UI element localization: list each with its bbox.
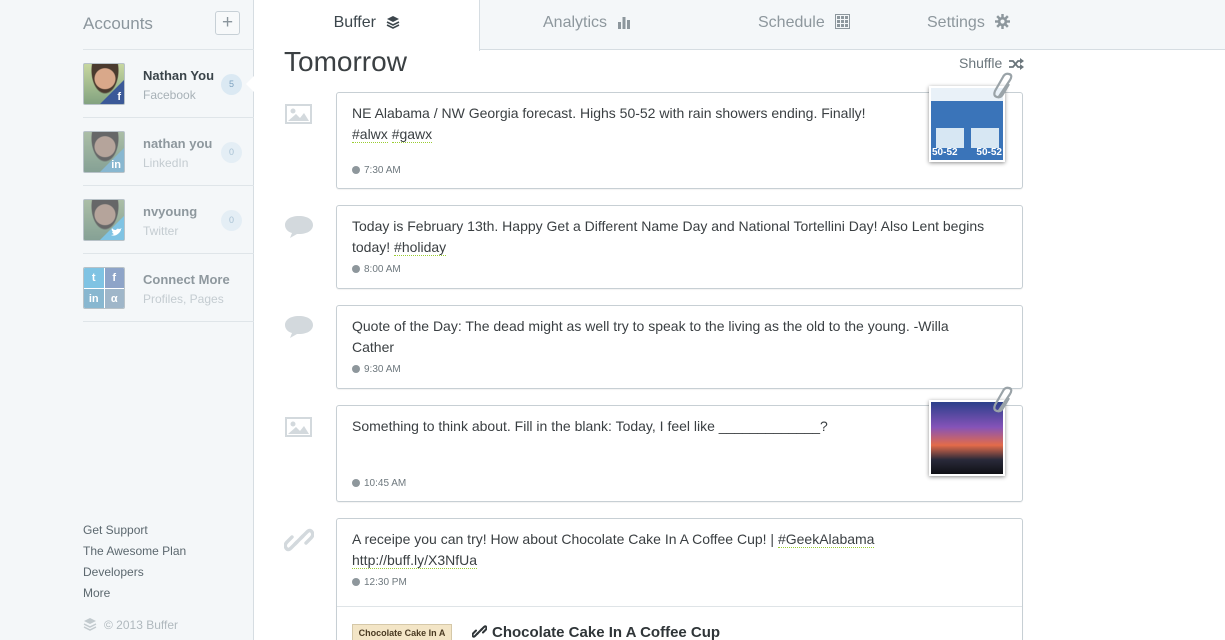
- copyright-text: © 2013 Buffer: [104, 618, 179, 632]
- profile-linkedin[interactable]: in nathan you LinkedIn 0: [83, 118, 254, 186]
- profile-twitter[interactable]: nvyoung Twitter 0: [83, 186, 254, 254]
- avatar: in: [83, 131, 125, 173]
- post-time: 8:00 AM: [352, 264, 401, 275]
- image-post-icon: [285, 417, 312, 437]
- tab-schedule[interactable]: Schedule: [758, 0, 851, 50]
- calendar-icon: [835, 14, 851, 29]
- accounts-header: Accounts +: [83, 0, 254, 50]
- link-post-icon: [284, 528, 314, 552]
- linkedin-icon: in: [111, 159, 121, 171]
- layers-icon: [387, 16, 400, 29]
- twitter-icon: [111, 228, 122, 236]
- profile-name: Nathan You: [143, 68, 215, 83]
- post-card[interactable]: Something to think about. Fill in the bl…: [336, 405, 1023, 502]
- facebook-icon: f: [104, 268, 124, 288]
- post-text: Quote of the Day: The dead might as well…: [352, 318, 949, 355]
- shuffle-button[interactable]: Shuffle: [959, 55, 1025, 71]
- profile-facebook[interactable]: f Nathan You Facebook 5: [83, 50, 255, 118]
- profile-name: nvyoung: [143, 204, 198, 219]
- buffer-logo-icon: [83, 618, 97, 631]
- plan-link[interactable]: The Awesome Plan: [83, 543, 186, 564]
- post-url[interactable]: http://buff.ly/X3NfUa: [352, 552, 478, 569]
- tab-label: Schedule: [758, 14, 825, 31]
- status-post-icon: [285, 316, 313, 338]
- post-text: Today is February 13th. Happy Get a Diff…: [352, 218, 985, 256]
- more-link[interactable]: More: [83, 585, 186, 606]
- avatar: f: [83, 63, 125, 105]
- profile-name: nathan you: [143, 136, 213, 151]
- developers-link[interactable]: Developers: [83, 564, 186, 585]
- paperclip-icon: [993, 72, 1013, 99]
- sidebar: Accounts + f Nathan You Facebook 5 in na…: [0, 0, 255, 640]
- queue-count-badge: 5: [221, 74, 242, 95]
- bar-chart-icon: [618, 17, 631, 29]
- post-time: 7:30 AM: [352, 165, 401, 176]
- hashtag[interactable]: #alwx: [352, 126, 388, 143]
- connect-more-label: Connect More: [143, 272, 230, 287]
- post-text: A receipe you can try! How about Chocola…: [352, 531, 875, 569]
- twitter-icon: t: [84, 268, 104, 288]
- post-text: NE Alabama / NW Georgia forecast. Highs …: [352, 105, 866, 143]
- page-title: Tomorrow: [284, 46, 407, 77]
- sidebar-links: Get Support The Awesome Plan Developers …: [83, 522, 186, 606]
- copyright: © 2013 Buffer: [83, 617, 178, 632]
- tab-label: Settings: [927, 14, 985, 31]
- queue-count-badge: 0: [221, 142, 242, 163]
- post-card[interactable]: NE Alabama / NW Georgia forecast. Highs …: [336, 92, 1023, 189]
- hashtag[interactable]: #GeekAlabama: [777, 531, 875, 548]
- profile-network: Facebook: [143, 88, 196, 102]
- link-thumbnail: Chocolate Cake In A Coffee Cup: [352, 624, 452, 640]
- post-card[interactable]: Quote of the Day: The dead might as well…: [336, 305, 1023, 389]
- facebook-icon: f: [117, 91, 121, 103]
- image-post-icon: [285, 104, 312, 124]
- queue-count-badge: 0: [221, 210, 242, 231]
- status-post-icon: [285, 216, 313, 238]
- link-title: Chocolate Cake In A Coffee Cup: [471, 624, 720, 640]
- tab-label: Buffer: [333, 14, 376, 31]
- paperclip-icon: [993, 386, 1013, 413]
- hashtag[interactable]: #holiday: [394, 239, 447, 256]
- post-text: Something to think about. Fill in the bl…: [352, 418, 828, 434]
- tab-settings[interactable]: Settings: [927, 0, 1011, 50]
- app-net-icon: α: [104, 289, 124, 308]
- profile-network: Twitter: [143, 224, 179, 238]
- post-time: 12:30 PM: [352, 577, 407, 588]
- accounts-title: Accounts: [83, 14, 153, 33]
- tab-buffer[interactable]: Buffer: [255, 0, 480, 51]
- post-card[interactable]: Today is February 13th. Happy Get a Diff…: [336, 205, 1023, 289]
- shuffle-icon: [1009, 58, 1025, 70]
- connect-more[interactable]: t f in α Connect More Profiles, Pages: [83, 254, 254, 322]
- get-support-link[interactable]: Get Support: [83, 522, 186, 543]
- post-time: 10:45 AM: [352, 478, 406, 489]
- linkedin-icon: in: [84, 289, 104, 308]
- tab-analytics[interactable]: Analytics: [543, 0, 631, 50]
- hashtag[interactable]: #gawx: [391, 126, 433, 143]
- add-account-button[interactable]: +: [215, 11, 240, 35]
- connect-networks-icon: t f in α: [83, 267, 125, 309]
- profile-network: LinkedIn: [143, 156, 189, 170]
- shuffle-label: Shuffle: [959, 55, 1003, 71]
- link-preview[interactable]: Chocolate Cake In A Coffee Cup Chocolate…: [337, 606, 1022, 640]
- avatar: [83, 199, 125, 241]
- tab-label: Analytics: [543, 14, 608, 31]
- post-time: 9:30 AM: [352, 364, 401, 375]
- post-card[interactable]: A receipe you can try! How about Chocola…: [336, 518, 1023, 640]
- gear-icon: [995, 14, 1011, 29]
- connect-more-sub: Profiles, Pages: [143, 292, 224, 306]
- link-icon: [471, 625, 488, 638]
- top-tabs: Buffer Analytics Schedule Settings: [255, 0, 1225, 51]
